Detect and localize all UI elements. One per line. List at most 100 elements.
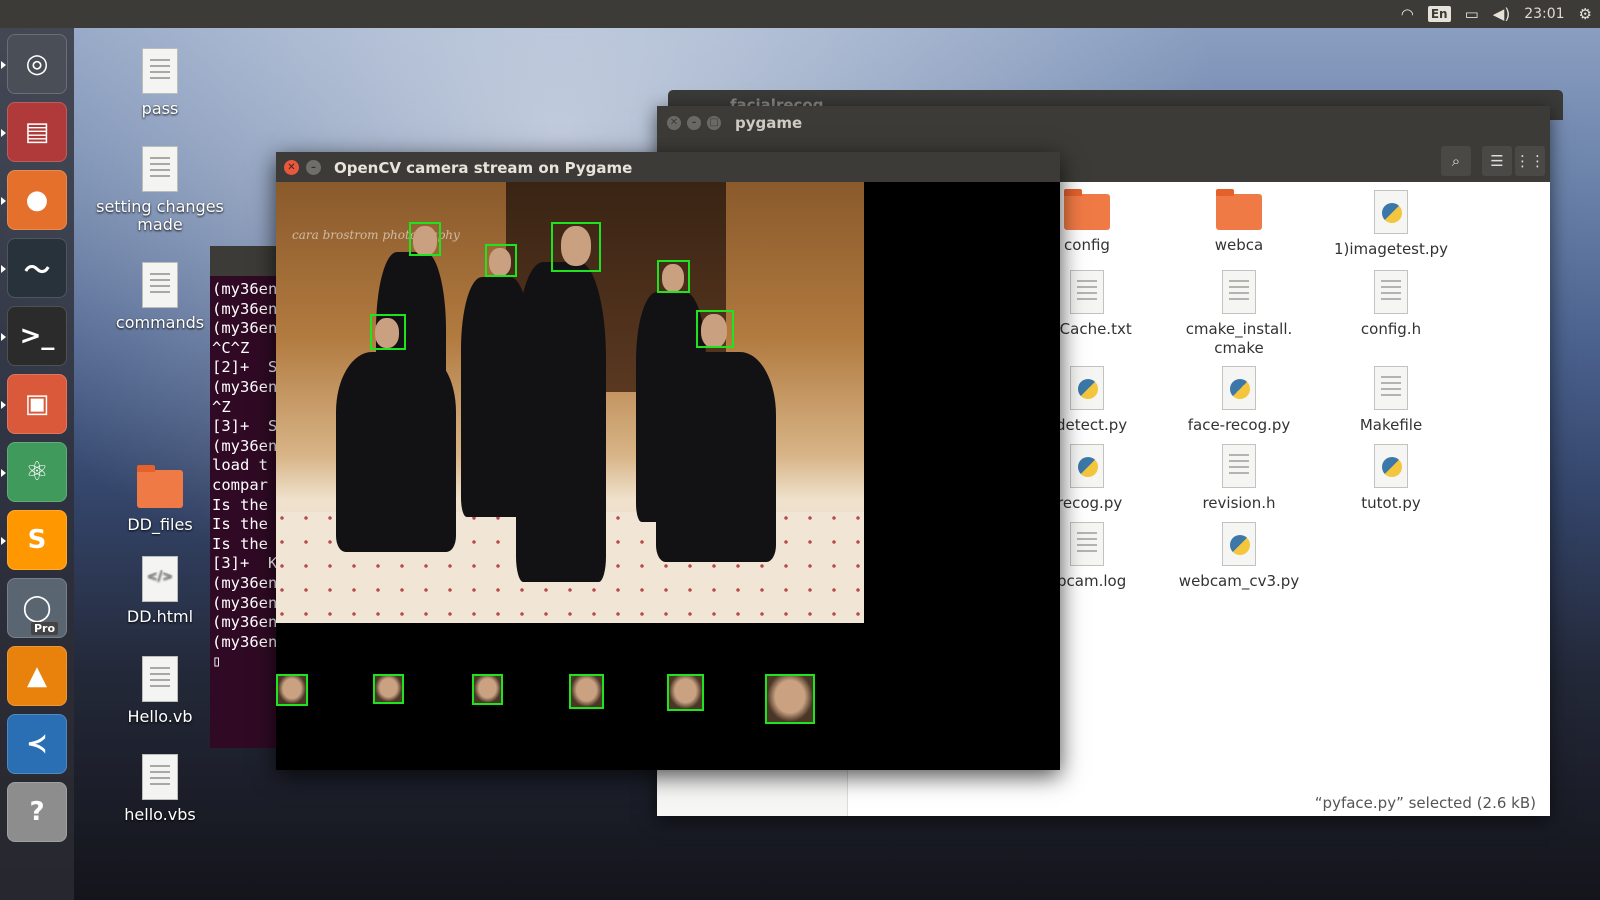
- status-text: “pyface.py” selected (2.6 kB): [1314, 794, 1536, 812]
- desktop-icon-label: commands: [115, 313, 205, 332]
- code-glyph: </>: [146, 569, 174, 584]
- html-file-icon: </>: [142, 556, 178, 602]
- python-file-icon: [1374, 444, 1408, 488]
- folder-icon: [137, 465, 183, 508]
- desktop-icon-label: pass: [141, 99, 179, 118]
- launcher-terminal-icon[interactable]: >_: [1, 306, 67, 366]
- file-item-label: tutot.py: [1361, 494, 1421, 512]
- face-detection-box: [370, 314, 406, 350]
- person: [516, 262, 606, 582]
- system-tray: ◠ En ▭ ◀) 23:01 ⚙: [1401, 0, 1592, 28]
- desktop-icon[interactable]: pass: [90, 48, 230, 118]
- file-item[interactable]: Makefile: [1316, 362, 1466, 435]
- launcher-vlc-icon[interactable]: ▲: [7, 646, 67, 706]
- keyboard-layout-indicator[interactable]: En: [1427, 6, 1451, 22]
- face-thumbnail: [569, 674, 604, 709]
- minimize-icon[interactable]: –: [687, 116, 701, 130]
- gear-icon[interactable]: ⚙: [1579, 5, 1592, 23]
- file-item[interactable]: webca: [1164, 186, 1314, 255]
- desktop-icon[interactable]: </> DD.html: [90, 556, 230, 626]
- face-detection-box: [657, 260, 690, 293]
- list-view-icon[interactable]: ☰: [1482, 146, 1512, 176]
- search-icon[interactable]: ⌕: [1441, 146, 1471, 176]
- launcher-help-icon[interactable]: ?: [7, 782, 67, 842]
- text-file-icon: [142, 262, 178, 308]
- launcher-google-earth-pro-icon[interactable]: ◯ Pro: [7, 578, 67, 638]
- text-file-icon: [142, 146, 178, 192]
- text-file-icon: [1222, 270, 1256, 314]
- file-item-label: config.h: [1360, 320, 1422, 338]
- file-item[interactable]: face-recog.py: [1164, 362, 1314, 435]
- clock[interactable]: 23:01: [1524, 6, 1564, 22]
- desktop-icon[interactable]: hello.vbs: [90, 754, 230, 824]
- maximize-icon[interactable]: □: [707, 116, 721, 130]
- desktop-icon-label: hello.vbs: [124, 805, 196, 824]
- launcher-ubuntu-dash-icon[interactable]: ◎: [1, 34, 67, 94]
- file-item-label: face-recog.py: [1187, 416, 1291, 434]
- desktop-icon[interactable]: setting changes made: [90, 146, 230, 234]
- launcher-atom-icon[interactable]: ⚛: [1, 442, 67, 502]
- file-item-label: cmake_install. cmake: [1185, 320, 1293, 357]
- file-manager-titlebar[interactable]: ✕ – □ pygame: [657, 106, 1550, 140]
- desktop-icon[interactable]: commands: [90, 262, 230, 332]
- launcher-sublime-text-icon[interactable]: S: [1, 510, 67, 570]
- window-title: pygame: [735, 114, 803, 132]
- launcher-file-manager-icon[interactable]: ▣: [1, 374, 67, 434]
- file-grid: config webca 1)imagetest.py keCache.txt cmak…: [1042, 182, 1550, 786]
- launcher-system-monitor-icon[interactable]: 〜: [1, 238, 67, 298]
- desktop-icon-label: DD.html: [126, 607, 194, 626]
- python-file-icon: [1374, 190, 1408, 234]
- file-item-label: Makefile: [1359, 416, 1423, 434]
- minimize-icon[interactable]: –: [306, 160, 321, 175]
- face-detection-box: [551, 222, 601, 272]
- person: [336, 352, 456, 552]
- face-thumbnail: [765, 674, 815, 724]
- volume-icon[interactable]: ◀): [1493, 5, 1510, 23]
- battery-icon[interactable]: ▭: [1465, 5, 1479, 23]
- launcher-firefox-icon[interactable]: ●: [1, 170, 67, 230]
- desktop-icon[interactable]: Hello.vb: [90, 656, 230, 726]
- folder-icon: [1064, 189, 1110, 230]
- text-file-icon: [142, 48, 178, 94]
- pro-badge: Pro: [30, 622, 58, 635]
- file-item[interactable]: 1)imagetest.py: [1316, 186, 1466, 259]
- desktop-icon-label: Hello.vb: [127, 707, 193, 726]
- text-file-icon: [1070, 522, 1104, 566]
- file-item[interactable]: webcam_cv3.py: [1164, 518, 1314, 591]
- desktop-icon[interactable]: DD_files: [90, 465, 230, 534]
- face-detection-box: [485, 244, 517, 277]
- file-item[interactable]: revision.h: [1164, 440, 1314, 513]
- close-icon[interactable]: ✕: [284, 160, 299, 175]
- person: [656, 352, 776, 562]
- face-thumbnail: [472, 674, 503, 705]
- text-file-icon: [142, 754, 178, 800]
- desktop-icon-label: setting changes made: [96, 197, 224, 234]
- python-file-icon: [1222, 366, 1256, 410]
- python-file-icon: [1070, 444, 1104, 488]
- launcher: ◎ ▤ ● 〜 >_ ▣ ⚛ S ◯ Pro ▲ ≺?: [0, 28, 74, 900]
- window-title: OpenCV camera stream on Pygame: [334, 159, 633, 177]
- file-item[interactable]: cmake_install. cmake: [1164, 266, 1314, 358]
- desktop-icon-label: DD_files: [127, 515, 193, 534]
- python-file-icon: [1222, 522, 1256, 566]
- file-item[interactable]: tutot.py: [1316, 440, 1466, 513]
- file-item-label: revision.h: [1202, 494, 1276, 512]
- file-item[interactable]: config.h: [1316, 266, 1466, 339]
- file-item-label: webcam_cv3.py: [1178, 572, 1300, 590]
- grid-view-icon[interactable]: ⋮⋮: [1515, 146, 1545, 176]
- text-file-icon: [1222, 444, 1256, 488]
- text-file-icon: [1070, 270, 1104, 314]
- opencv-window: ✕ – OpenCV camera stream on Pygame cara …: [276, 152, 1060, 770]
- text-file-icon: [142, 656, 178, 702]
- launcher-visual-studio-code-icon[interactable]: ≺: [7, 714, 67, 774]
- camera-frame-image: cara brostrom photography: [276, 182, 864, 623]
- text-file-icon: [1374, 366, 1408, 410]
- face-detection-box: [409, 222, 441, 256]
- opencv-titlebar[interactable]: ✕ – OpenCV camera stream on Pygame: [276, 152, 1060, 182]
- launcher-files-cabinet-icon[interactable]: ▤: [1, 102, 67, 162]
- file-item-label: webca: [1214, 236, 1264, 254]
- text-file-icon: [1374, 270, 1408, 314]
- close-icon[interactable]: ✕: [667, 116, 681, 130]
- wifi-icon[interactable]: ◠: [1401, 5, 1414, 23]
- folder-icon: [1216, 189, 1262, 230]
